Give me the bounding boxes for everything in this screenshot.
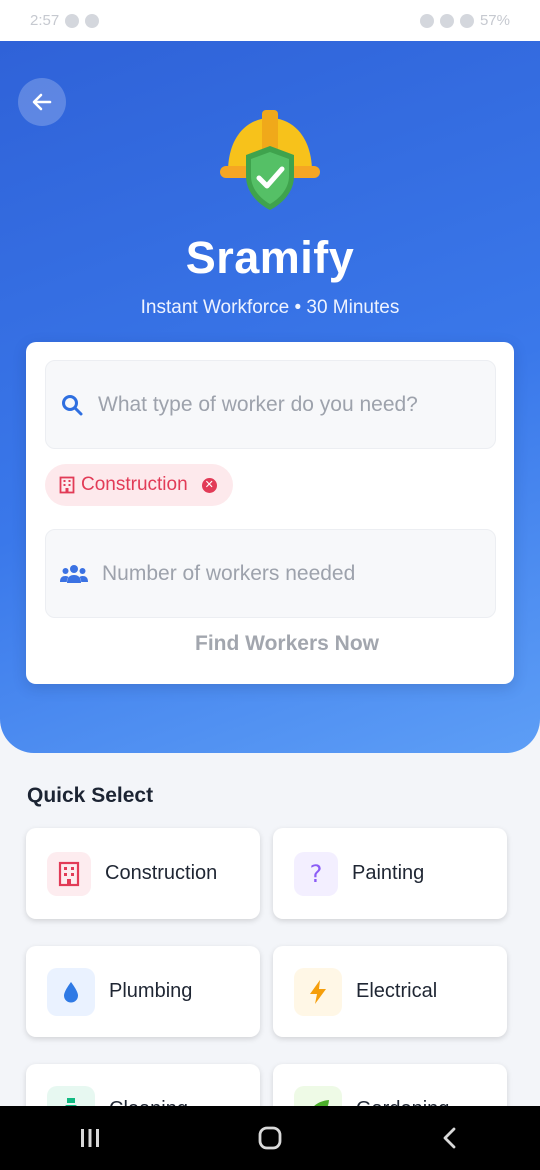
- worker-type-search-input[interactable]: [98, 392, 478, 417]
- quick-select-label: Plumbing: [109, 980, 193, 1002]
- recent-apps-icon: [81, 1129, 99, 1147]
- chevron-left-icon: [443, 1127, 456, 1149]
- notification-icon: [65, 13, 80, 28]
- selected-category-chip[interactable]: Construction ✕: [45, 464, 233, 506]
- quick-select-label: Construction: [105, 862, 218, 884]
- quick-select-construction[interactable]: Construction: [26, 828, 260, 919]
- back-button[interactable]: [18, 78, 66, 126]
- signal-icon: [459, 13, 474, 28]
- system-navigation-bar: [0, 1106, 540, 1170]
- home-button[interactable]: [240, 1116, 300, 1160]
- hardhat-shield-logo-icon: [220, 110, 320, 210]
- question-icon: ?: [294, 851, 338, 896]
- worker-count-field[interactable]: [45, 529, 496, 618]
- notification-icon: [85, 13, 100, 28]
- quick-select-painting[interactable]: ? Painting: [273, 828, 507, 919]
- home-icon: [258, 1126, 282, 1150]
- worker-count-input[interactable]: [102, 561, 482, 586]
- alarm-icon: [419, 13, 434, 28]
- quick-select-plumbing[interactable]: Plumbing: [26, 946, 260, 1037]
- recent-apps-button[interactable]: [60, 1116, 120, 1160]
- search-icon: [62, 394, 83, 415]
- status-right: 57%: [419, 12, 510, 29]
- status-time: 2:57: [30, 12, 60, 29]
- search-card: Construction ✕ Find Workers Now: [26, 342, 514, 684]
- close-circle-icon[interactable]: ✕: [201, 477, 217, 493]
- system-back-button[interactable]: [420, 1116, 480, 1160]
- building-icon: [47, 851, 91, 896]
- water-drop-icon: [47, 967, 95, 1016]
- users-group-icon: [60, 564, 88, 583]
- quick-select-label: Painting: [352, 862, 425, 884]
- battery-percent: 57%: [479, 12, 510, 29]
- wifi-icon: [439, 13, 454, 28]
- quick-select-electrical[interactable]: Electrical: [273, 946, 507, 1037]
- quick-select-label: Electrical: [356, 980, 438, 1002]
- quick-select-title: Quick Select: [27, 784, 154, 807]
- arrow-left-icon: [32, 93, 52, 111]
- app-title: Sramify: [185, 232, 355, 283]
- status-left: 2:57: [30, 12, 100, 29]
- find-workers-button[interactable]: Find Workers Now: [26, 632, 514, 656]
- lightning-icon: [294, 967, 342, 1016]
- status-bar: 2:57 57%: [0, 0, 540, 41]
- selected-category-label: Construction: [81, 474, 188, 495]
- building-icon: [59, 476, 75, 494]
- app-subtitle: Instant Workforce • 30 Minutes: [140, 297, 400, 318]
- worker-type-search-field[interactable]: [45, 360, 496, 449]
